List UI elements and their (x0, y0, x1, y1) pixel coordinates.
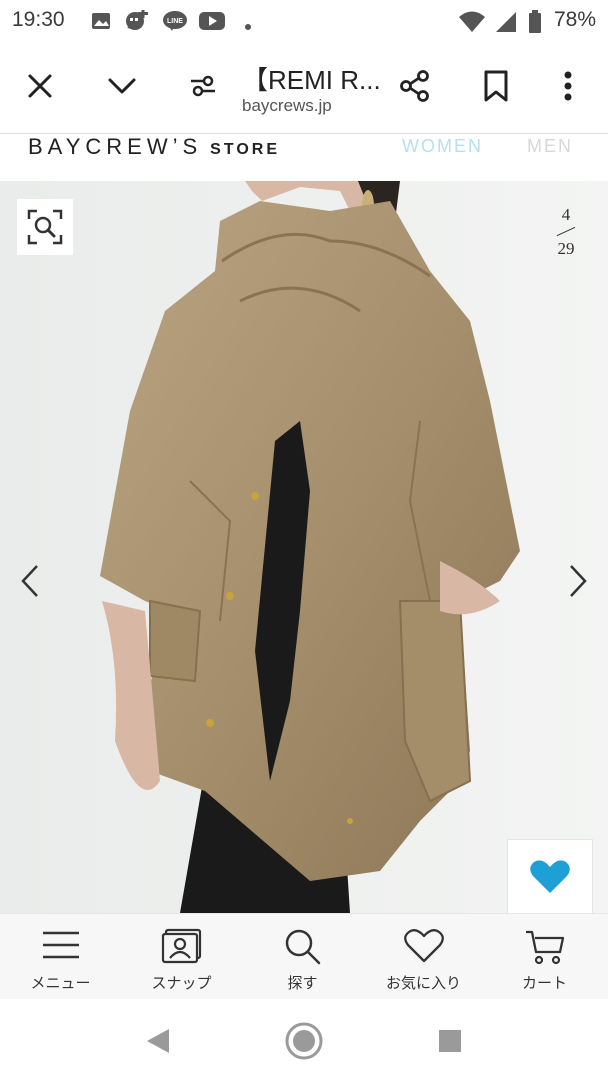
back-icon[interactable] (138, 1021, 178, 1061)
share-icon[interactable] (393, 64, 437, 108)
chevron-left-icon[interactable] (10, 561, 50, 601)
image-counter-total: 29 (557, 239, 575, 258)
wifi-icon (458, 10, 486, 38)
bottom-tab-bar: メニュー スナップ 探す お気に入り カート (0, 913, 608, 1000)
gallery-icon (90, 10, 112, 36)
product-image[interactable]: 4 29 (0, 181, 608, 913)
browser-toolbar: 【REMI R... baycrews.jp (0, 44, 608, 134)
search-icon (285, 929, 320, 965)
tab-menu[interactable]: メニュー (0, 914, 121, 1000)
heart-outline-icon (403, 929, 444, 963)
page-title[interactable]: 【REMI R... (242, 60, 381, 97)
site-settings-icon[interactable] (181, 64, 225, 108)
nav-men[interactable]: MEN (527, 136, 573, 157)
youtube-icon (198, 10, 226, 36)
counter-divider (548, 225, 584, 239)
favorite-button[interactable] (507, 839, 593, 913)
product-photo-drawing (0, 181, 608, 913)
logo-suffix: STORE (210, 141, 280, 158)
tab-menu-label: メニュー (30, 974, 91, 992)
chevron-right-icon[interactable] (558, 561, 598, 601)
zoom-search-icon (27, 209, 63, 245)
menu-icon (42, 931, 79, 959)
tab-snap[interactable]: スナップ (121, 914, 242, 1000)
image-counter-current: 4 (561, 205, 571, 224)
android-nav-bar (0, 999, 608, 1080)
site-logo[interactable]: BAYCREW’S STORE (28, 134, 280, 160)
site-header: BAYCREW’S STORE WOMEN MEN (0, 134, 608, 180)
tab-cart-label: カート (521, 974, 567, 992)
battery-icon (528, 10, 542, 38)
tab-favorites-label: お気に入り (385, 974, 461, 992)
dot-icon (244, 16, 252, 35)
chat-plus-icon (124, 10, 150, 36)
tab-favorites[interactable]: お気に入り (363, 914, 484, 1000)
status-time: 19:30 (12, 8, 65, 31)
close-icon[interactable] (18, 64, 62, 108)
page-domain[interactable]: baycrews.jp (242, 96, 332, 116)
tab-snap-label: スナップ (151, 974, 212, 992)
tab-cart[interactable]: カート (484, 914, 605, 1000)
home-icon[interactable] (284, 1021, 324, 1061)
heart-icon (530, 860, 570, 893)
zoom-button[interactable] (17, 199, 73, 255)
more-icon[interactable] (546, 64, 590, 108)
line-icon: LINE (162, 10, 188, 36)
cart-icon (525, 930, 564, 965)
bookmark-icon[interactable] (474, 64, 518, 108)
signal-icon (494, 10, 518, 38)
recents-icon[interactable] (430, 1021, 470, 1061)
logo-text: BAYCREW’S (28, 134, 203, 159)
svg-text:LINE: LINE (167, 18, 183, 25)
tab-search-label: 探す (287, 974, 318, 992)
tab-search[interactable]: 探す (242, 914, 363, 1000)
battery-percent: 78% (553, 8, 596, 31)
chevron-down-icon[interactable] (100, 64, 144, 108)
snap-icon (161, 928, 201, 964)
status-bar: 19:30 LINE 78% (0, 0, 608, 44)
nav-women[interactable]: WOMEN (402, 136, 483, 157)
image-counter: 4 29 (548, 205, 584, 259)
